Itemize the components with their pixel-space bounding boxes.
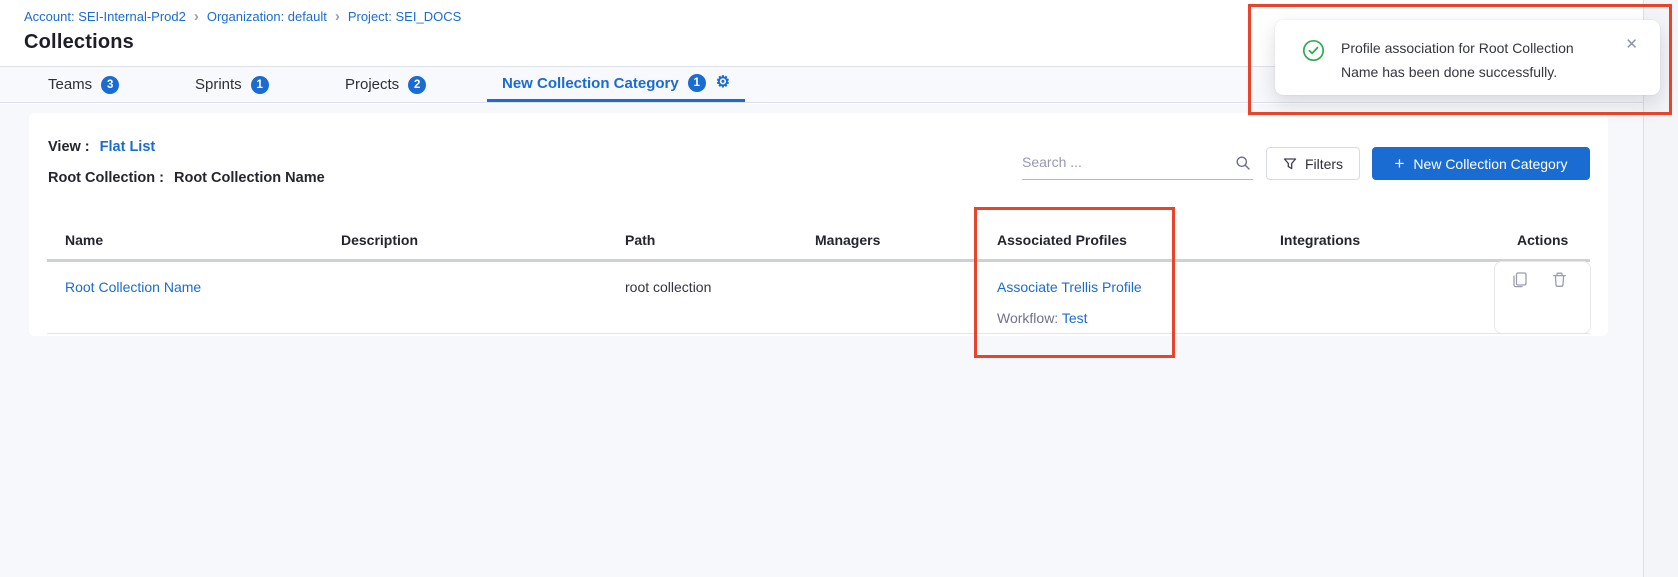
associate-trellis-profile-link[interactable]: Associate Trellis Profile [997,279,1142,295]
plus-icon: + [1394,155,1404,172]
filters-button[interactable]: Filters [1266,147,1360,180]
root-collection-row: Root Collection : Root Collection Name [48,170,325,186]
new-collection-category-button[interactable]: + New Collection Category [1372,147,1590,180]
success-toast: Profile association for Root Collection … [1275,20,1660,95]
breadcrumb-account-link[interactable]: Account: SEI-Internal-Prod2 [24,9,186,24]
search-box [1022,146,1253,180]
collection-path-cell: root collection [625,279,711,295]
toast-message-line2: Name has been done successfully. [1341,61,1621,85]
tab-new-collection-category-count-badge: 1 [688,74,706,92]
tab-projects-count-badge: 2 [408,76,426,94]
column-header-name: Name [65,232,103,248]
column-header-path: Path [625,232,655,248]
workflow-label: Workflow: [997,310,1058,326]
breadcrumb-project-link[interactable]: Project: SEI_DOCS [348,9,461,24]
collections-page: Account: SEI-Internal-Prod2 › Organizati… [0,0,1678,577]
actions-cell-outline [1494,261,1591,334]
chevron-right-icon: › [335,9,340,24]
column-header-actions: Actions [1517,232,1568,248]
collection-name-link[interactable]: Root Collection Name [65,279,201,295]
column-header-associated-profiles: Associated Profiles [997,232,1127,248]
tab-teams-count-badge: 3 [101,76,119,94]
chevron-right-icon: › [194,9,199,24]
tab-sprints[interactable]: Sprints 1 [195,67,269,102]
breadcrumb: Account: SEI-Internal-Prod2 › Organizati… [24,9,461,24]
view-label: View : [48,139,90,155]
toast-message-line1: Profile association for Root Collection [1341,37,1621,61]
filters-button-label: Filters [1305,156,1343,172]
success-check-icon [1302,39,1325,67]
breadcrumb-organization-link[interactable]: Organization: default [207,9,327,24]
view-row: View : Flat List [48,139,155,155]
toast-message: Profile association for Root Collection … [1341,37,1621,84]
page-title: Collections [24,31,134,54]
tab-new-collection-category[interactable]: New Collection Category 1 ⚙ [487,67,745,102]
collections-card [29,113,1608,336]
tab-sprints-count-badge: 1 [251,76,269,94]
filter-funnel-icon [1283,157,1297,171]
root-collection-label: Root Collection : [48,170,164,186]
delete-icon[interactable] [1551,271,1568,288]
tab-projects-label: Projects [345,76,399,93]
column-header-integrations: Integrations [1280,232,1360,248]
close-icon[interactable]: ✕ [1625,35,1638,53]
copy-icon[interactable] [1511,271,1528,288]
tab-projects[interactable]: Projects 2 [345,67,426,102]
workflow-cell: Workflow: Test [997,310,1088,326]
search-input[interactable] [1022,146,1227,178]
column-header-managers: Managers [815,232,880,248]
tab-teams[interactable]: Teams 3 [48,67,119,102]
table-row-divider [47,333,1590,334]
gear-icon[interactable]: ⚙ [716,75,730,91]
root-collection-value: Root Collection Name [174,170,325,186]
tab-teams-label: Teams [48,76,92,93]
table-header-divider [47,259,1590,262]
column-header-description: Description [341,232,418,248]
tab-new-collection-category-label: New Collection Category [502,75,679,92]
workflow-test-link[interactable]: Test [1062,310,1088,326]
tab-sprints-label: Sprints [195,76,242,93]
flat-list-link[interactable]: Flat List [100,139,156,155]
new-collection-category-button-label: New Collection Category [1413,156,1567,172]
search-icon[interactable] [1235,155,1251,176]
